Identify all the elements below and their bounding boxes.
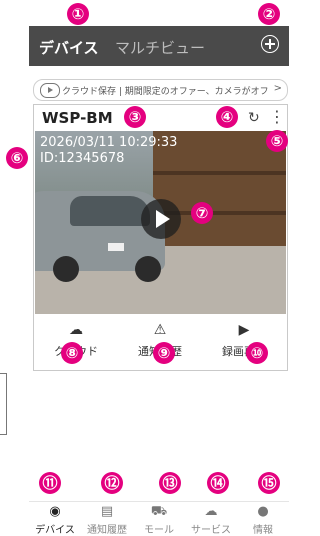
tab-mall-label: モール [144, 525, 174, 536]
callout-7: ⑦ [191, 202, 213, 224]
callout-12: ⑫ [101, 472, 123, 494]
tab-multiview-title[interactable]: マルチビュー [115, 37, 205, 58]
side-bracket [0, 373, 7, 435]
tab-devices-title[interactable]: デバイス [39, 37, 99, 58]
callout-4: ④ [216, 106, 238, 128]
callout-6: ⑥ [6, 147, 28, 169]
play-icon [40, 83, 60, 98]
camera-name[interactable]: WSP-BM [42, 109, 113, 127]
bottom-tab-bar: ◉ デバイス ▤ 通知履歴 ⛟ モール ☁ サービス ● 情報 [29, 501, 289, 536]
tab-service-label: サービス [191, 525, 231, 536]
play-button[interactable] [141, 199, 181, 239]
callout-10: ⑩ [246, 342, 268, 364]
preview-wall-line [153, 171, 286, 175]
callout-14: ⑭ [207, 472, 229, 494]
tab-devices-label: デバイス [35, 525, 75, 536]
tab-service[interactable]: ☁ サービス [185, 504, 237, 536]
timestamp: 2026/03/11 10:29:33 [40, 135, 178, 150]
person-icon: ● [257, 504, 269, 519]
tab-notifications-label: 通知履歴 [87, 525, 127, 536]
timestamp-overlay: 2026/03/11 10:29:33 ID:12345678 [40, 135, 177, 167]
playback-label: 録画再生 [222, 345, 266, 358]
callout-11: ⑪ [39, 472, 61, 494]
chevron-right-icon: > [273, 83, 282, 94]
playback-button[interactable]: ▶ 録画再生 [202, 321, 286, 365]
device-icon: ◉ [49, 504, 61, 519]
tab-notifications[interactable]: ▤ 通知履歴 [81, 504, 133, 536]
preview-car-plate [108, 243, 124, 251]
preview-car-window [70, 196, 150, 226]
tab-info[interactable]: ● 情報 [237, 504, 289, 536]
app-screen: デバイス マルチビュー クラウド保存 | 期間限定のオファー、カメラがオフ > … [29, 26, 289, 536]
more-options-icon[interactable]: ⋮ [269, 107, 285, 126]
cloud-upload-icon: ☁ [69, 322, 83, 338]
callout-13: ⑬ [159, 472, 181, 494]
app-header: デバイス マルチビュー [29, 26, 289, 66]
tab-info-label: 情報 [253, 525, 273, 536]
preview-car-wheel [53, 256, 79, 282]
video-clip-icon: ▶ [238, 322, 250, 338]
add-device-icon[interactable] [261, 35, 279, 53]
callout-1: ① [67, 3, 89, 25]
refresh-icon[interactable]: ↻ [248, 110, 260, 126]
callout-2: ② [258, 3, 280, 25]
cart-icon: ⛟ [150, 504, 168, 519]
tab-devices[interactable]: ◉ デバイス [29, 504, 81, 536]
tab-mall[interactable]: ⛟ モール [133, 504, 185, 536]
callout-15: ⑮ [258, 472, 280, 494]
cloud-icon: ☁ [204, 504, 218, 519]
device-id: ID:12345678 [40, 151, 125, 166]
message-icon: ▤ [100, 504, 114, 519]
callout-9: ⑨ [153, 342, 175, 364]
preview-car-wheel [135, 256, 161, 282]
alarm-icon: ⚠ [153, 322, 167, 338]
callout-8: ⑧ [61, 342, 83, 364]
promo-text: クラウド保存 | 期間限定のオファー、カメラがオフ [62, 87, 269, 97]
callout-5: ⑤ [266, 130, 288, 152]
promo-banner[interactable]: クラウド保存 | 期間限定のオファー、カメラがオフ > [33, 79, 288, 101]
camera-card: WSP-BM ↻ ⋮ 2026/03/11 10:29:33 ID:123456… [33, 104, 288, 371]
callout-3: ③ [124, 106, 146, 128]
camera-preview[interactable]: 2026/03/11 10:29:33 ID:12345678 [35, 131, 286, 314]
